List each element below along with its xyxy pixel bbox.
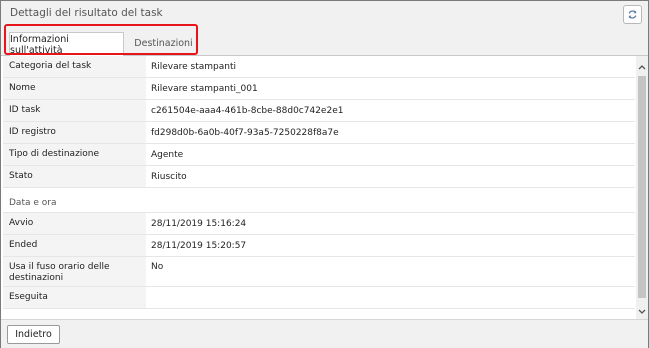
detail-value: 28/11/2019 15:16:24 (151, 218, 247, 229)
detail-row-name: Nome Rilevare stampanti_001 (3, 78, 635, 100)
detail-row-task-id: ID task c261504e-aaa4-461b-8cbe-88d0c742… (3, 100, 635, 122)
detail-row-executed: Eseguita (3, 287, 635, 309)
scrollbar-thumb[interactable] (638, 76, 646, 298)
detail-label: ID task (3, 100, 146, 121)
detail-label: Stato (3, 166, 146, 187)
chevron-down-icon (638, 309, 646, 314)
back-button[interactable]: Indietro (7, 325, 60, 344)
detail-label: Avvio (3, 213, 146, 234)
detail-row-log-id: ID registro fd298d0b-6a0b-40f7-93a5-7250… (3, 122, 635, 144)
detail-label: Nome (3, 78, 146, 99)
refresh-icon (628, 10, 637, 19)
detail-label: ID registro (3, 122, 146, 143)
detail-value: c261504e-aaa4-461b-8cbe-88d0c742e2e1 (151, 105, 344, 116)
detail-label: Usa il fuso orario delle destinazioni (3, 257, 146, 286)
detail-label: Tipo di destinazione (3, 144, 146, 165)
detail-value: 28/11/2019 15:20:57 (151, 240, 247, 251)
details-panel: Categoria del task Rilevare stampanti No… (3, 56, 635, 319)
detail-label: Ended (3, 235, 146, 256)
footer-bar: Indietro (1, 319, 648, 348)
detail-value: Rilevare stampanti (151, 61, 236, 72)
detail-row-ended: Ended 28/11/2019 15:20:57 (3, 235, 635, 257)
detail-value: No (151, 262, 164, 272)
detail-value: fd298d0b-6a0b-40f7-93a5-7250228f8a7e (151, 127, 339, 138)
window-title: Dettagli del risultato del task (10, 7, 163, 19)
detail-row-category: Categoria del task Rilevare stampanti (3, 56, 635, 78)
title-bar: Dettagli del risultato del task (1, 1, 648, 25)
task-result-window: Dettagli del risultato del task Informaz… (0, 0, 649, 348)
section-heading-datetime: Data e ora (3, 188, 635, 213)
detail-value: Agente (151, 149, 184, 160)
detail-row-start: Avvio 28/11/2019 15:16:24 (3, 213, 635, 235)
refresh-button[interactable] (623, 5, 642, 24)
scroll-down-button[interactable] (636, 304, 648, 319)
detail-label: Eseguita (3, 287, 146, 308)
scroll-up-button[interactable] (636, 59, 648, 74)
detail-value: Rilevare stampanti_001 (151, 83, 258, 94)
detail-label: Categoria del task (3, 56, 146, 77)
detail-row-timezone: Usa il fuso orario delle destinazioni No (3, 257, 635, 287)
vertical-scrollbar[interactable] (636, 56, 648, 319)
detail-value (146, 287, 635, 308)
tab-task-info[interactable]: Informazioni sull'attività (9, 32, 124, 56)
detail-value: Riuscito (151, 171, 187, 182)
detail-row-status: Stato Riuscito (3, 166, 635, 188)
tab-destinations[interactable]: Destinazioni (126, 32, 201, 55)
detail-row-destination-type: Tipo di destinazione Agente (3, 144, 635, 166)
chevron-up-icon (638, 64, 646, 69)
